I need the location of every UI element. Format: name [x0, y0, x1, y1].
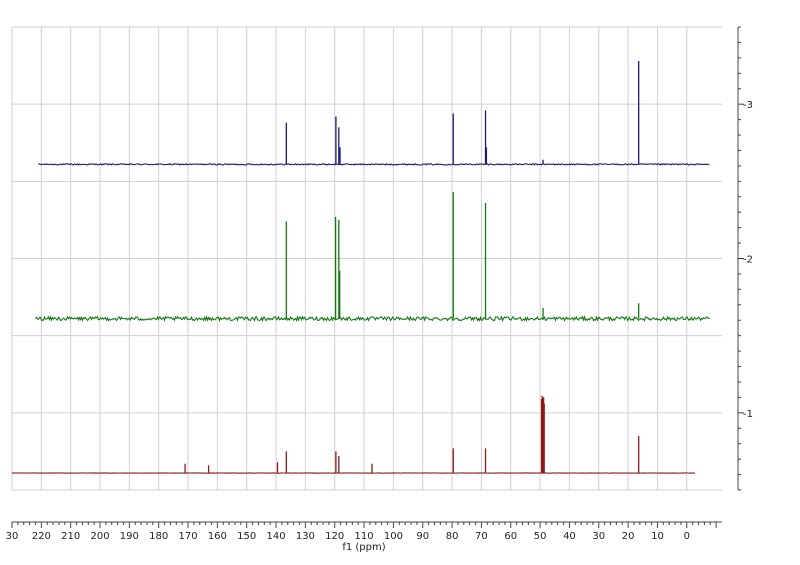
x-tick-label: 80: [446, 531, 459, 542]
x-tick-label: 200: [90, 531, 109, 542]
x-tick-label: 10: [651, 531, 664, 542]
x-tick-label: 170: [178, 531, 197, 542]
x-tick-label: 30: [592, 531, 605, 542]
x-tick-label: 30: [6, 531, 19, 542]
x-tick-label: 120: [325, 531, 344, 542]
x-tick-label: 190: [120, 531, 139, 542]
x-tick-label: 140: [267, 531, 286, 542]
x-tick-label: 220: [32, 531, 51, 542]
x-axis-title: f1 (ppm): [342, 542, 385, 553]
x-tick-label: 130: [296, 531, 315, 542]
x-tick-label: 210: [61, 531, 80, 542]
x-tick-label: 150: [237, 531, 256, 542]
x-tick-label: 0: [684, 531, 690, 542]
x-tick-label: 160: [208, 531, 227, 542]
x-tick-label: 60: [504, 531, 517, 542]
x-tick-label: 20: [622, 531, 635, 542]
x-tick-label: 100: [384, 531, 403, 542]
x-tick-label: 70: [475, 531, 488, 542]
y-tick-label: -3: [743, 100, 753, 111]
y-tick-label: -1: [743, 409, 753, 420]
nmr-stacked-spectra-chart: 30 220 210 200 190 180 170 160 150 140 130 120 110 10…: [0, 0, 800, 565]
y-tick-label: -2: [743, 255, 753, 266]
plot-background: [0, 0, 800, 565]
x-tick-label: 40: [563, 531, 576, 542]
x-tick-label: 90: [416, 531, 429, 542]
x-tick-label: 50: [534, 531, 547, 542]
x-tick-label: 180: [149, 531, 168, 542]
x-tick-label: 110: [355, 531, 374, 542]
